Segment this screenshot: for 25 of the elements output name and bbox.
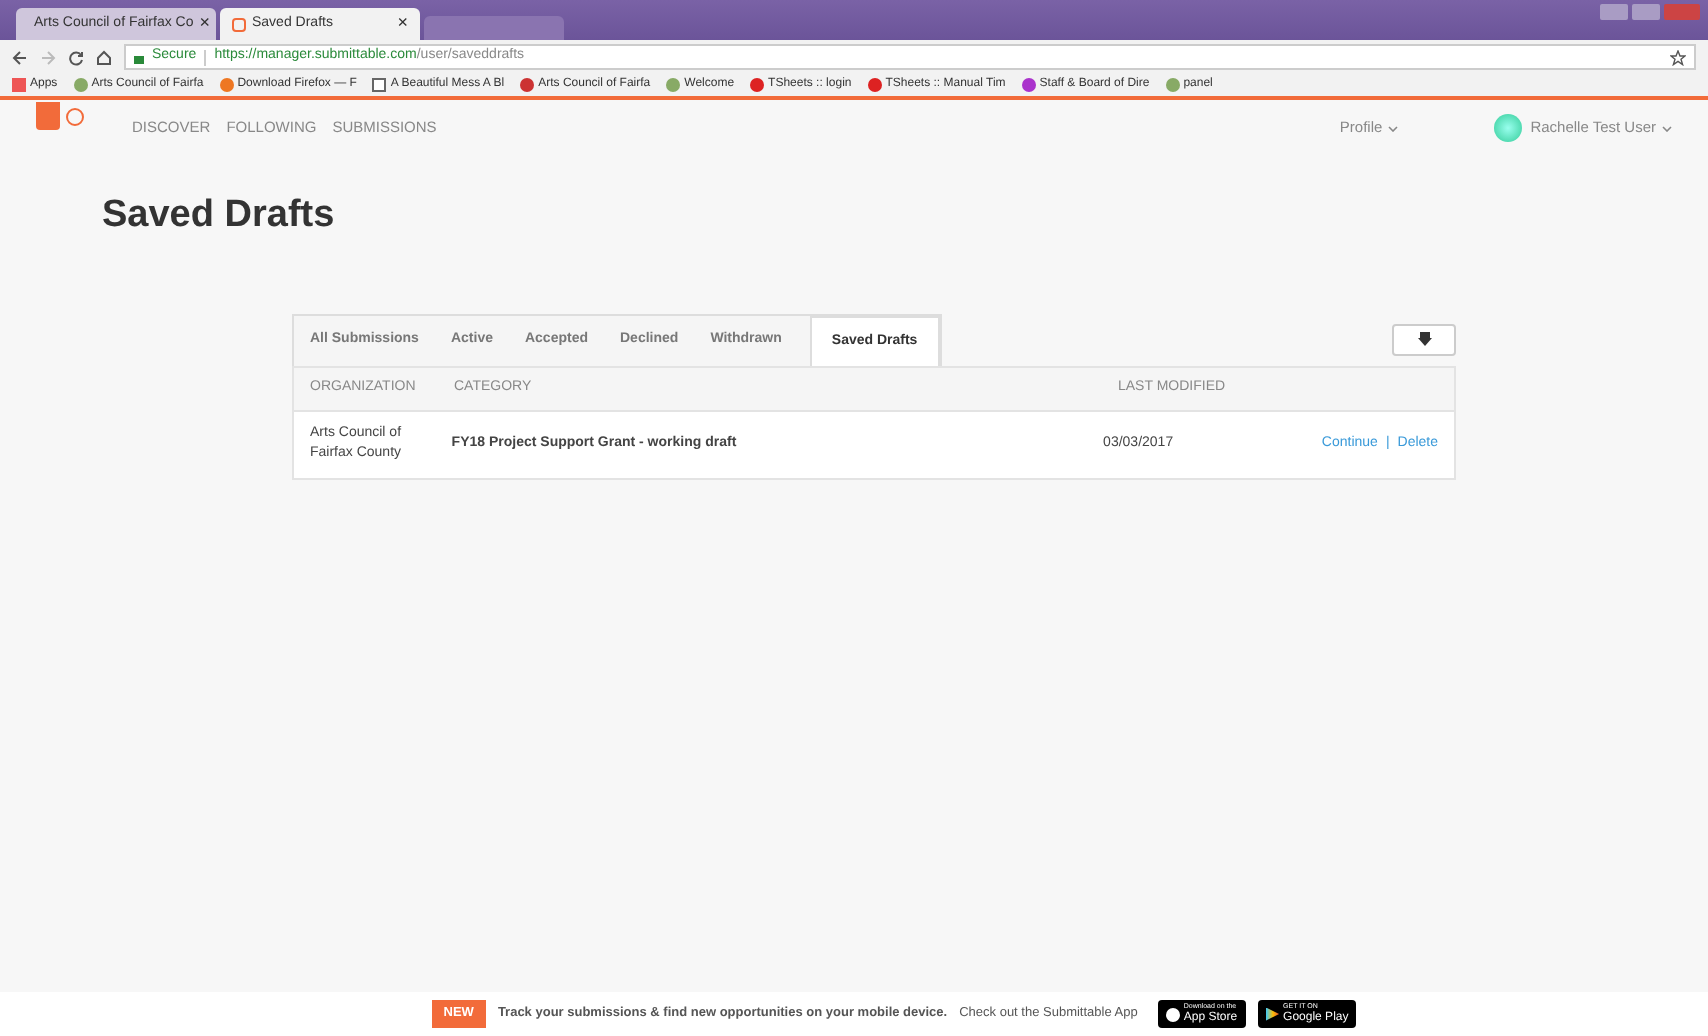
bookmark-icon [750, 78, 765, 92]
bookmark-icon [12, 78, 26, 92]
reload-icon[interactable] [68, 49, 84, 65]
bookmark-icon [1021, 78, 1036, 92]
bookmark-icon [372, 78, 387, 92]
download-icon [1417, 332, 1431, 347]
caret-icon [1388, 125, 1399, 131]
star-icon[interactable] [1670, 49, 1686, 65]
tab-icon [232, 17, 246, 31]
caret-icon [1662, 125, 1672, 131]
close-icon[interactable]: × [199, 10, 211, 38]
avatar-icon [1494, 114, 1523, 142]
bookmark-icon [666, 78, 681, 92]
bookmark-icon [73, 78, 88, 92]
back-icon[interactable] [12, 49, 28, 65]
close-icon[interactable]: × [397, 10, 408, 38]
forward-icon[interactable] [40, 49, 56, 65]
bookmark-icon [219, 78, 234, 92]
bookmark-icon [867, 78, 882, 92]
play-icon [1265, 1007, 1280, 1021]
bookmark-icon [520, 78, 535, 92]
download-button[interactable] [1392, 323, 1456, 356]
home-icon[interactable] [96, 49, 112, 65]
bookmark-icon [1165, 78, 1180, 92]
page-title: Saved Drafts [102, 192, 337, 240]
